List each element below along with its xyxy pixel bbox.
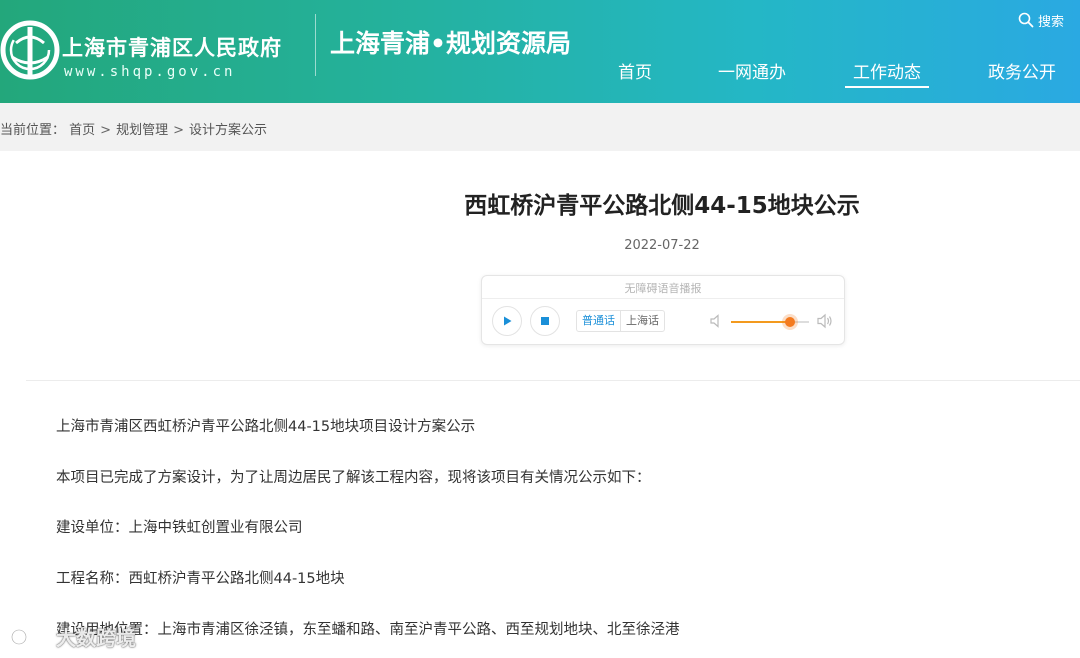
breadcrumb: 当前位置： 首页 > 规划管理 > 设计方案公示 [0,119,267,138]
breadcrumb-design-notice[interactable]: 设计方案公示 [189,123,267,138]
nav-work-news[interactable]: 工作动态 [845,58,929,88]
article-paragraph: 本项目已完成了方案设计，为了让周边居民了解该工程内容，现将该项目有关情况公示如下… [56,470,651,486]
volume-slider[interactable] [731,317,809,327]
audio-player: 无障碍语音播报 普通话 上海话 [481,275,845,345]
volume-high-icon[interactable] [817,313,833,329]
watermark: 大数跨境 [10,622,136,651]
header-divider [315,14,316,76]
lang-shanghainese-button[interactable]: 上海话 [620,311,664,331]
breadcrumb-prefix: 当前位置： [0,123,66,138]
search-label: 搜索 [1038,14,1065,30]
volume-low-icon[interactable] [710,314,722,328]
volume-slider-knob[interactable] [784,317,795,327]
content-divider [26,380,1080,381]
breadcrumb-home[interactable]: 首页 [69,123,95,138]
nav-government-affairs[interactable]: 政务公开 [988,58,1056,83]
search-icon [1018,12,1034,28]
search-button[interactable]: 搜索 [1018,10,1064,30]
site-url: www.shqp.gov.cn [64,64,236,80]
volume-slider-fill [731,321,790,323]
watermark-logo-icon [10,628,47,645]
qingpu-emblem-icon [0,20,60,80]
site-name: 上海市青浦区人民政府 [62,36,282,60]
language-switch: 普通话 上海话 [576,310,665,332]
lang-mandarin-button[interactable]: 普通话 [577,311,620,331]
play-icon [504,316,512,326]
article-paragraph: 建设用地位置：上海市青浦区徐泾镇，东至蟠和路、南至沪青平公路、西至规划地块、北至… [56,622,680,638]
play-button[interactable] [492,306,522,336]
stop-icon [541,317,549,325]
nav-home[interactable]: 首页 [618,58,652,83]
article-paragraph: 工程名称：西虹桥沪青平公路北侧44-15地块 [56,571,345,587]
audio-player-label: 无障碍语音播报 [624,282,702,295]
article-date: 2022-07-22 [624,238,700,253]
bureau-name: 上海青浦•规划资源局 [330,29,571,58]
article-paragraph: 上海市青浦区西虹桥沪青平公路北侧44-15地块项目设计方案公示 [56,419,476,435]
watermark-text: 大数跨境 [56,626,136,650]
site-logo[interactable]: 上海市青浦区人民政府 www.shqp.gov.cn [0,12,310,88]
breadcrumb-planning[interactable]: 规划管理 [116,123,168,138]
audio-player-divider [482,298,844,299]
stop-button[interactable] [530,306,560,336]
site-header: 上海市青浦区人民政府 www.shqp.gov.cn 上海青浦•规划资源局 搜索… [0,0,1080,103]
breadcrumb-bar: 当前位置： 首页 > 规划管理 > 设计方案公示 [0,103,1080,151]
article-paragraph: 建设单位：上海中铁虹创置业有限公司 [56,520,303,536]
breadcrumb-separator: > [100,123,112,138]
breadcrumb-separator: > [173,123,184,138]
main-nav: 首页 一网通办 工作动态 政务公开 [590,58,1080,98]
nav-one-stop-service[interactable]: 一网通办 [718,58,786,83]
article-title: 西虹桥沪青平公路北侧44-15地块公示 [464,193,860,219]
